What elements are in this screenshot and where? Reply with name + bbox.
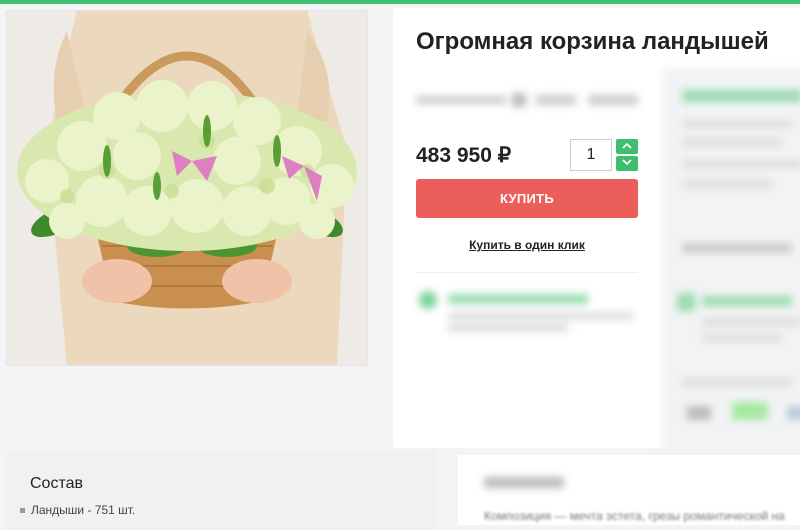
product-title: Огромная корзина ландышей xyxy=(416,28,769,55)
quantity-input[interactable]: 1 xyxy=(570,139,612,171)
quantity-increase-button[interactable] xyxy=(616,139,638,154)
composition-item: Ландыши - 751 шт. xyxy=(20,503,135,517)
description-title xyxy=(484,474,564,495)
bouquet-image xyxy=(7,11,367,365)
product-photo[interactable] xyxy=(6,10,368,366)
top-accent-line xyxy=(0,0,800,4)
buy-button[interactable]: КУПИТЬ xyxy=(416,179,638,218)
description-text: Композиция — мечта эстета, грезы романти… xyxy=(484,509,785,523)
side-info-panel xyxy=(662,68,800,458)
delivery-info-block xyxy=(414,286,644,336)
product-price: 483 950 ₽ xyxy=(416,144,512,167)
quantity-decrease-button[interactable] xyxy=(616,156,638,171)
chevron-down-icon xyxy=(622,159,632,166)
secondary-price-info xyxy=(416,90,641,113)
one-click-buy-link[interactable]: Купить в один клик xyxy=(416,238,638,252)
blurred-price-row xyxy=(416,93,638,107)
bullet-icon xyxy=(20,508,25,514)
composition-item-text: Ландыши - 751 шт. xyxy=(31,503,136,517)
blurred-side-content xyxy=(677,90,800,420)
divider xyxy=(416,272,638,273)
blurred-delivery-info xyxy=(419,291,633,332)
chevron-up-icon xyxy=(622,142,632,149)
blurred-description-title xyxy=(484,477,564,488)
composition-title: Состав xyxy=(30,475,83,492)
